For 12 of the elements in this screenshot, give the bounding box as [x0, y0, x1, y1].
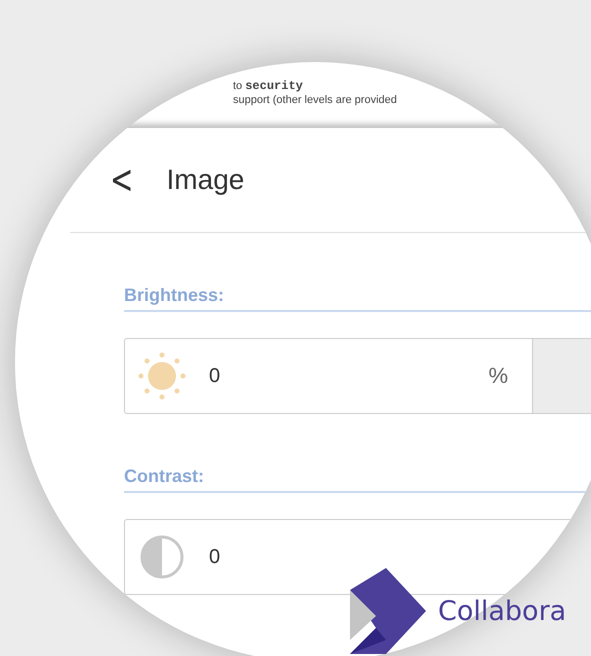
spin-field[interactable]: 0 %	[124, 338, 591, 414]
brand-name: Collabora	[438, 596, 566, 626]
value-text: 0	[209, 364, 220, 388]
sun-icon	[137, 351, 187, 401]
document-text-line: to security	[233, 79, 303, 93]
setting-label: Contrast:	[124, 466, 591, 493]
panel-title: Image	[166, 164, 244, 196]
value-text: 0	[209, 546, 220, 568]
back-button[interactable]: <	[110, 157, 134, 203]
unit-text: %	[488, 363, 508, 389]
document-text-line: support (other levels are provided	[233, 93, 397, 107]
setting-label: Brightness:	[124, 285, 591, 312]
